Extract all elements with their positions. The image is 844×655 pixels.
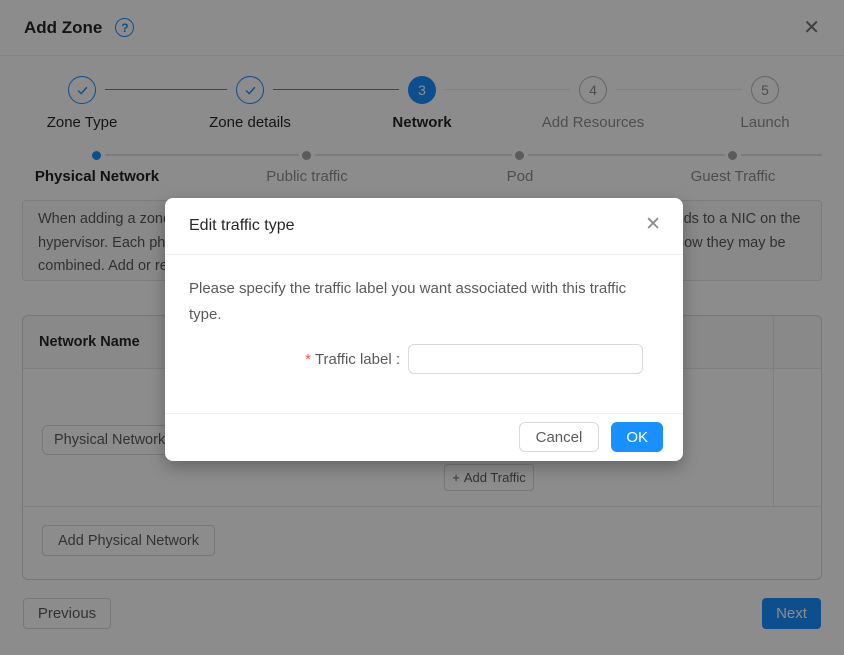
field-label-text: Traffic label [315, 351, 392, 368]
required-asterisk: * [305, 351, 311, 368]
add-zone-wizard-page: Add Zone ? ✕ 3 4 5 Zone Type Zone deta [0, 0, 844, 655]
field-label-colon: : [392, 351, 400, 368]
modal-title: Edit traffic type [189, 217, 295, 234]
modal-body: Please specify the traffic label you wan… [165, 255, 683, 413]
modal-header: Edit traffic type ✕ [165, 198, 683, 255]
edit-traffic-type-modal: Edit traffic type ✕ Please specify the t… [165, 198, 683, 461]
close-icon[interactable]: ✕ [645, 215, 661, 234]
modal-spacer [189, 374, 659, 413]
modal-footer: Cancel OK [165, 413, 683, 461]
traffic-label-form-row: *Traffic label : [189, 344, 659, 374]
traffic-label-field-label: *Traffic label : [189, 351, 408, 368]
cancel-button[interactable]: Cancel [519, 422, 600, 452]
traffic-label-input[interactable] [408, 344, 643, 374]
ok-button[interactable]: OK [611, 422, 663, 452]
modal-description: Please specify the traffic label you wan… [189, 276, 659, 328]
